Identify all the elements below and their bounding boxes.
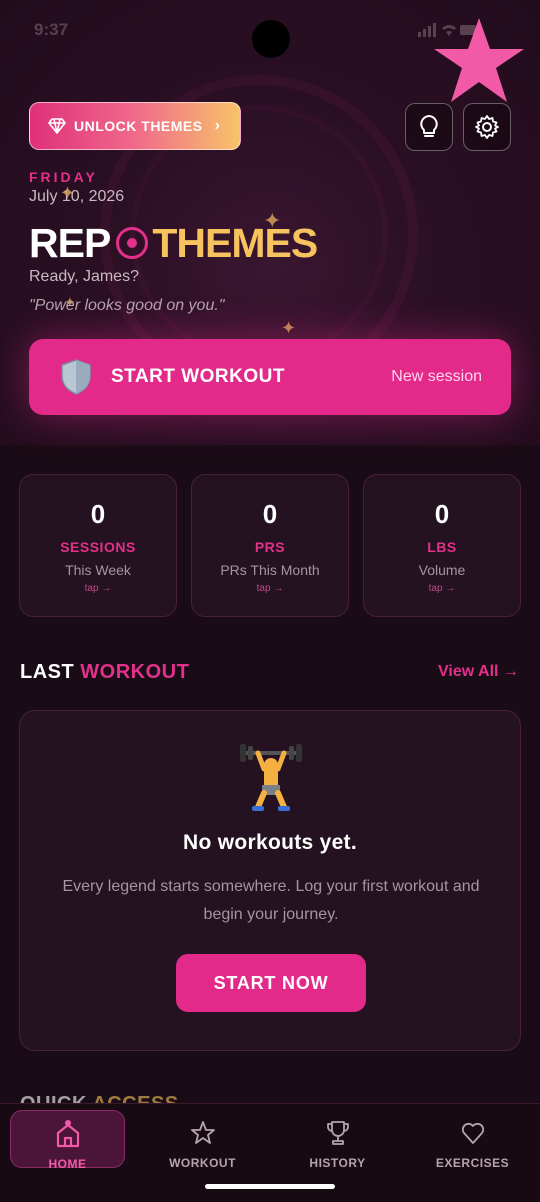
date-label: July 10, 2026 [29, 188, 125, 205]
nav-label: WORKOUT [169, 1156, 236, 1170]
sparkle-icon: ✦ [281, 318, 297, 338]
empty-state-text: Every legend starts somewhere. Log your … [62, 878, 480, 923]
start-workout-button[interactable]: START WORKOUT New session [29, 339, 511, 415]
gear-icon [475, 115, 499, 139]
settings-button[interactable] [463, 103, 511, 151]
nav-item-home[interactable]: HOME [10, 1110, 125, 1171]
section-title-part: WORKOUT [80, 661, 190, 683]
heart-icon [461, 1122, 484, 1144]
nav-label: EXERCISES [435, 1156, 510, 1170]
empty-state-card: No workouts yet. Every legend starts som… [19, 710, 521, 1051]
stat-desc: This Week [65, 562, 131, 578]
stat-card-sessions[interactable]: 0 SESSIONS This Week tap → [19, 474, 177, 617]
nav-item-exercises[interactable]: EXERCISES [415, 1110, 530, 1170]
sparkle-icon: ✦ [60, 183, 76, 203]
trophy-icon [326, 1121, 349, 1145]
home-indicator [205, 1184, 335, 1189]
weightlifter-icon [240, 744, 302, 811]
stat-value: 0 [262, 499, 278, 529]
nav-label: HISTORY [309, 1156, 366, 1170]
greeting: Ready, James? [29, 268, 139, 285]
stat-key: PRS [254, 539, 286, 555]
section-title-part: LAST [20, 661, 75, 683]
camera-notch [252, 20, 290, 58]
stat-desc: Volume [418, 562, 466, 578]
nav-item-workout[interactable]: WORKOUT [145, 1110, 260, 1170]
diamond-icon [48, 118, 66, 134]
app-logo: REP THEMES [29, 218, 318, 268]
status-time: 9:37 [34, 20, 69, 39]
stat-key: SESSIONS [60, 539, 136, 555]
star-badge-icon [434, 18, 524, 102]
start-workout-label: START WORKOUT [111, 366, 285, 387]
unlock-themes-label: UNLOCK THEMES [74, 118, 203, 134]
nav-item-history[interactable]: HISTORY [280, 1110, 395, 1170]
stat-value: 0 [90, 499, 106, 529]
stat-key: LBS [427, 539, 457, 555]
view-all-link[interactable]: View All → [438, 663, 519, 681]
motivational-quote: "Power looks good on you." [29, 297, 225, 314]
nav-label: HOME [48, 1157, 87, 1171]
stat-desc: PRs This Month [220, 562, 320, 578]
logo-text-themes: THEMES [152, 219, 318, 266]
stat-value: 0 [434, 499, 450, 529]
stat-tap-hint: tap → [256, 583, 284, 594]
star-icon [190, 1121, 215, 1144]
stat-tap-hint: tap → [84, 583, 112, 594]
section-title-last-workout: LAST WORKOUT [20, 661, 189, 684]
chevron-right-icon: › [214, 117, 221, 134]
home-icon [56, 1120, 79, 1148]
unlock-themes-button[interactable]: UNLOCK THEMES › [29, 102, 241, 150]
start-workout-sub: New session [391, 368, 482, 385]
shield-icon [61, 359, 91, 395]
stat-card-prs[interactable]: 0 PRS PRs This Month tap → [191, 474, 349, 617]
tips-button[interactable] [405, 103, 453, 151]
logo-target-icon [116, 227, 149, 259]
empty-state-title: No workouts yet. [183, 831, 357, 854]
start-now-button[interactable]: START NOW [176, 954, 366, 1012]
lightbulb-icon [420, 115, 438, 137]
stat-tap-hint: tap → [428, 583, 456, 594]
stat-card-volume[interactable]: 0 LBS Volume tap → [363, 474, 521, 617]
logo-text-rep: REP [29, 219, 111, 266]
